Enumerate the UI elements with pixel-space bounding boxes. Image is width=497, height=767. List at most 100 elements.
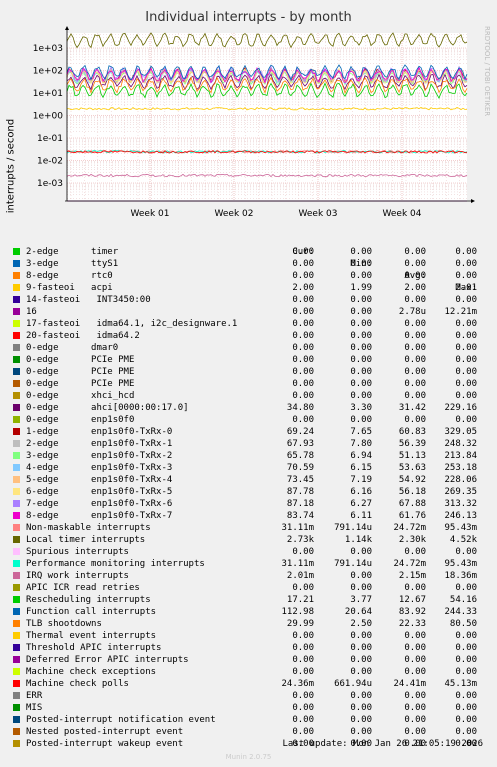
legend-value-max: 80.50: [449, 619, 477, 629]
legend-value-max: 0.00: [455, 259, 477, 269]
legend-row: 0-edge enp1s0f0 0.00 0.00 0.00 0.00: [0, 414, 497, 426]
legend-value-max: 4.52k: [449, 535, 477, 545]
legend-value-max: 269.35: [444, 487, 477, 497]
legend-row: 1-edge enp1s0f0-TxRx-0 69.24 7.65 60.83 329.…: [0, 426, 497, 438]
legend-row: 14-fasteoi INT3450:00 0.00 0.00 0.00 0.00: [0, 294, 497, 306]
legend-series-name: 5-edge enp1s0f0-TxRx-4: [26, 475, 173, 485]
legend-value-max: 0.00: [455, 715, 477, 725]
legend-series-name: 2-edge timer: [26, 247, 119, 257]
legend-row: TLB shootdowns 29.99 2.50 22.33 80.50: [0, 618, 497, 630]
legend-row: Deferred Error APIC interrupts 0.00 0.00 0.…: [0, 654, 497, 666]
legend-swatch: [13, 560, 20, 567]
legend-table: Cur: Min: Avg: Max: 2-edge timer 0.00 0.00…: [0, 234, 497, 750]
legend-row: 0-edge dmar0 0.00 0.00 0.00 0.00: [0, 342, 497, 354]
legend-value-max: 95.43m: [444, 523, 477, 533]
legend-value-max: 0.00: [455, 379, 477, 389]
legend-series-name: Performance monitoring interrupts: [26, 559, 205, 569]
legend-value-max: 0.00: [455, 667, 477, 677]
legend-row: 5-edge enp1s0f0-TxRx-4 73.45 7.19 54.92 228.…: [0, 474, 497, 486]
legend-series-name: 8-edge enp1s0f0-TxRx-7: [26, 511, 173, 521]
legend-value-max: 0.00: [455, 331, 477, 341]
legend-row: 0-edge PCIe PME 0.00 0.00 0.00 0.00: [0, 354, 497, 366]
legend-value-max: 253.18: [444, 463, 477, 473]
legend-header: Cur: Min: Avg: Max:: [0, 234, 497, 293]
legend-value-max: 2.01: [455, 283, 477, 293]
legend-row: Performance monitoring interrupts 31.11m 7…: [0, 558, 497, 570]
legend-row: 9-fasteoi acpi 2.00 1.99 2.00 2.01: [0, 282, 497, 294]
legend-row: 3-edge enp1s0f0-TxRx-2 65.78 6.94 51.13 213.…: [0, 450, 497, 462]
legend-series-name: 4-edge enp1s0f0-TxRx-3: [26, 463, 173, 473]
legend-swatch: [13, 584, 20, 591]
legend-series-name: Non-maskable interrupts: [26, 523, 151, 533]
legend-value-max: 45.13m: [444, 679, 477, 689]
legend-swatch: [13, 428, 20, 435]
legend-value-max: 248.32: [444, 439, 477, 449]
legend-series-name: TLB shootdowns: [26, 619, 102, 629]
legend-rows: 2-edge timer 0.00 0.00 0.00 0.00 3-edge ttyS1…: [0, 246, 497, 750]
legend-series-name: MIS: [26, 703, 43, 713]
legend-value-max: 0.00: [455, 703, 477, 713]
legend-swatch: [13, 368, 20, 375]
legend-value-max: 228.06: [444, 475, 477, 485]
legend-swatch: [13, 440, 20, 447]
legend-series-name: 1-edge enp1s0f0-TxRx-0: [26, 427, 173, 437]
legend-series-name: 17-fasteoi idma64.1, i2c_designware.1: [26, 319, 238, 329]
legend-row: 16 0.00 0.00 2.78u 12.21m: [0, 306, 497, 318]
legend-swatch: [13, 356, 20, 363]
legend-swatch: [13, 596, 20, 603]
legend-swatch: [13, 536, 20, 543]
legend-swatch: [13, 692, 20, 699]
legend-swatch: [13, 728, 20, 735]
plot-area: 1e+03 1e+02 1e+01 1e+00 1e-01 1e-02 1e-03 Week…: [33, 26, 475, 219]
legend-value-max: 0.00: [455, 247, 477, 257]
legend-series-name: 2-edge enp1s0f0-TxRx-1: [26, 439, 173, 449]
legend-row: Machine check polls 24.36m 661.94u 24.41m 45…: [0, 678, 497, 690]
legend-swatch: [13, 452, 20, 459]
legend-series-name: Function call interrupts: [26, 607, 157, 617]
legend-swatch: [13, 644, 20, 651]
legend-value-max: 0.00: [455, 319, 477, 329]
legend-value-max: 0.00: [455, 727, 477, 737]
legend-row: Local timer interrupts 2.73k 1.14k 2.30k 4.5…: [0, 534, 497, 546]
legend-swatch: [13, 416, 20, 423]
legend-swatch: [13, 284, 20, 291]
legend-swatch: [13, 548, 20, 555]
legend-row: 0-edge PCIe PME 0.00 0.00 0.00 0.00: [0, 366, 497, 378]
legend-row: ERR 0.00 0.00 0.00 0.00: [0, 690, 497, 702]
legend-series-name: Rescheduling interrupts: [26, 595, 151, 605]
legend-row: 17-fasteoi idma64.1, i2c_designware.1 0.0…: [0, 318, 497, 330]
legend-series-name: 6-edge enp1s0f0-TxRx-5: [26, 487, 173, 497]
legend-value-max: 0.00: [455, 295, 477, 305]
legend-series-name: 9-fasteoi acpi: [26, 283, 113, 293]
legend-value-max: 244.33: [444, 607, 477, 617]
y-tick-label: 1e+03: [33, 44, 63, 54]
legend-row: IRQ work interrupts 2.01m 0.00 2.15m 18.36m: [0, 570, 497, 582]
legend-series-name: 0-edge ahci[0000:00:17.0]: [26, 403, 189, 413]
y-tick-label: 1e+01: [33, 89, 63, 99]
x-tick-label: Week 01: [131, 209, 170, 219]
legend-swatch: [13, 344, 20, 351]
legend-value-max: 0.00: [455, 391, 477, 401]
legend-swatch: [13, 500, 20, 507]
legend-swatch: [13, 296, 20, 303]
legend-swatch: [13, 680, 20, 687]
legend-value-max: 0.00: [455, 367, 477, 377]
legend-row: 0-edge PCIe PME 0.00 0.00 0.00 0.00: [0, 378, 497, 390]
legend-swatch: [13, 656, 20, 663]
legend-row: 8-edge enp1s0f0-TxRx-7 83.74 6.11 61.76 246.…: [0, 510, 497, 522]
legend-row: 2-edge timer 0.00 0.00 0.00 0.00: [0, 246, 497, 258]
legend-swatch: [13, 380, 20, 387]
munin-version: Munin 2.0.75: [225, 753, 272, 761]
legend-row: Thermal event interrupts 0.00 0.00 0.00 0.00: [0, 630, 497, 642]
legend-swatch: [13, 512, 20, 519]
legend-row: 8-edge rtc0 0.00 0.00 0.00 0.00: [0, 270, 497, 282]
legend-row: 0-edge xhci_hcd 0.00 0.00 0.00 0.00: [0, 390, 497, 402]
legend-row: 2-edge enp1s0f0-TxRx-1 67.93 7.80 56.39 248.…: [0, 438, 497, 450]
legend-swatch: [13, 620, 20, 627]
legend-swatch: [13, 272, 20, 279]
legend-series-name: Thermal event interrupts: [26, 631, 157, 641]
legend-value-max: 0.00: [455, 643, 477, 653]
legend-series-name: Posted-interrupt wakeup event: [26, 739, 184, 749]
y-tick-label: 1e+00: [33, 112, 64, 122]
legend-row: Threshold APIC interrupts 0.00 0.00 0.00 0.0…: [0, 642, 497, 654]
